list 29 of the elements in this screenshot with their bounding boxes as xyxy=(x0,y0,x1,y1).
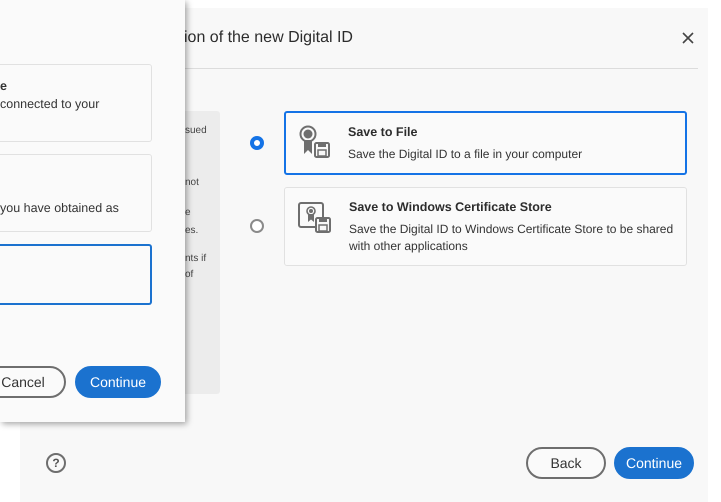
close-icon[interactable] xyxy=(682,32,694,44)
option-description: Save the Digital ID to a file in your computer xyxy=(348,146,582,163)
radio-button[interactable] xyxy=(250,219,264,234)
award-file-icon xyxy=(298,125,332,159)
option-description: connected to your xyxy=(0,96,100,113)
continue-button[interactable]: Continue xyxy=(75,366,161,398)
info-text: nts if xyxy=(185,253,208,265)
certificate-file-icon xyxy=(297,200,333,234)
option-title: Save to File xyxy=(348,124,418,141)
info-text: es. xyxy=(185,225,200,237)
back-button[interactable]: Back xyxy=(526,447,606,479)
info-text: not xyxy=(185,177,200,189)
help-button[interactable]: ? xyxy=(46,453,66,473)
info-text: sued xyxy=(185,125,208,137)
radio-button[interactable] xyxy=(250,136,264,150)
option-card[interactable] xyxy=(0,244,152,305)
option-title: Save to Windows Certificate Store xyxy=(349,198,553,216)
continue-button[interactable]: Continue xyxy=(614,447,694,479)
option-title: e xyxy=(0,79,7,93)
option-card[interactable]: e connected to your xyxy=(0,64,152,142)
option-card[interactable]: you have obtained as xyxy=(0,154,152,232)
cancel-button[interactable]: Cancel xyxy=(0,366,66,398)
option-description: you have obtained as xyxy=(0,200,120,217)
option-card[interactable]: Save to File Save the Digital ID to a file in your computer xyxy=(284,111,687,175)
option-card[interactable]: Save to Windows Certificate Store Save the Digital ID to Windows Certificate Store to be shared with other applications xyxy=(284,186,687,266)
info-text: of xyxy=(185,269,194,281)
dialog-title: ion of the new Digital ID xyxy=(184,28,354,48)
info-text: e xyxy=(185,207,192,219)
option-description: Save the Digital ID to Windows Certificate Store to be shared with other applications xyxy=(349,220,674,254)
